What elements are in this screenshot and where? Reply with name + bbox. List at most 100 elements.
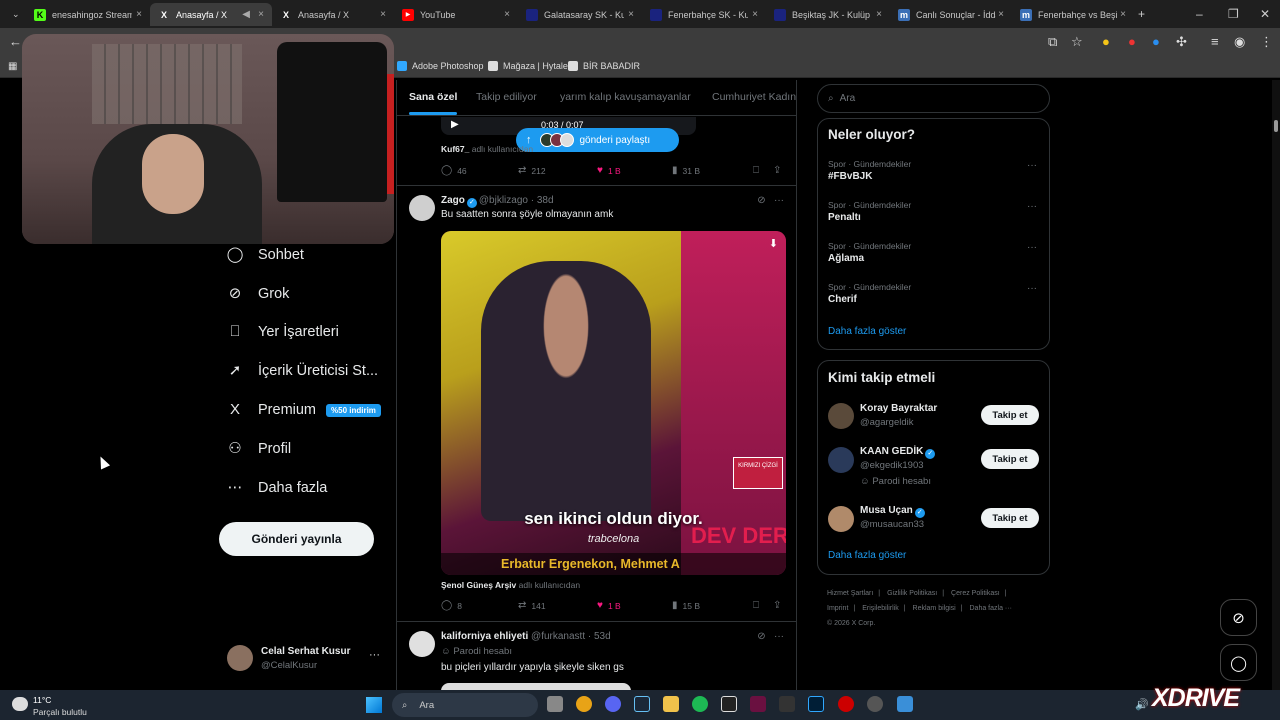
folder-icon[interactable] <box>663 696 679 712</box>
sidebar-item-grok[interactable]: ⊘ Grok <box>226 279 290 309</box>
bookmark-button[interactable]: ⎕ <box>753 165 764 176</box>
search-input[interactable]: ⌕ Ara <box>817 84 1050 113</box>
star-icon[interactable]: ☆ <box>1071 34 1083 50</box>
repost-button[interactable]: ⇄ 212 <box>518 165 546 176</box>
tab-search-button[interactable]: ⌄ <box>4 3 26 26</box>
extension-icon[interactable]: ● <box>1152 34 1160 49</box>
show-more-link[interactable]: Daha fazla göster <box>828 326 906 337</box>
close-tab-icon[interactable]: × <box>876 9 882 20</box>
maximize-icon[interactable]: ❐ <box>1228 7 1239 21</box>
grok-icon[interactable]: ⊘ <box>757 631 765 642</box>
close-tab-icon[interactable]: × <box>136 9 142 20</box>
video-attribution[interactable]: Kuf67_ adlı kullanıcıdan <box>441 144 533 154</box>
reply-button[interactable]: ◯ 46 <box>441 165 467 176</box>
share-button[interactable]: ⇪ <box>773 600 786 611</box>
extension-icon[interactable]: ● <box>1102 34 1110 49</box>
tab-list[interactable]: Cumhuriyet Kadın <box>712 91 796 103</box>
minimize-icon[interactable]: – <box>1196 7 1203 21</box>
tab-x-home-active[interactable]: X Anasayfa / X ◀ × <box>150 3 272 26</box>
close-tab-icon[interactable]: × <box>504 9 510 20</box>
close-tab-icon[interactable]: × <box>1120 9 1126 20</box>
epic-games-icon[interactable] <box>779 696 795 712</box>
bookmark-photoshop[interactable]: Adobe Photoshop <box>397 61 484 71</box>
avatar[interactable] <box>828 506 854 532</box>
close-tab-icon[interactable]: × <box>380 9 386 20</box>
tab-youtube[interactable]: ▶ YouTube × <box>394 3 518 26</box>
video-attribution[interactable]: Şenol Güneş Arşiv adlı kullanıcıdan <box>441 580 580 590</box>
weather-widget[interactable]: 11°C Parçalı bulutlu <box>10 694 110 718</box>
avatar[interactable] <box>409 195 435 221</box>
who-name[interactable]: Musa Uçan ✓ <box>860 505 927 518</box>
bookmark-bir-babadir[interactable]: BİR BABADIR <box>568 61 640 71</box>
app-icon[interactable] <box>838 696 854 712</box>
messages-fab-button[interactable]: ◯ <box>1220 644 1257 681</box>
chrome-icon[interactable] <box>576 696 592 712</box>
tab-following[interactable]: Takip ediliyor <box>476 91 537 103</box>
close-tab-icon[interactable]: × <box>258 9 264 20</box>
sidebar-item-more[interactable]: ⋯ Daha fazla <box>226 473 328 503</box>
close-tab-icon[interactable]: × <box>752 9 758 20</box>
tab-list[interactable]: yarım kalıp kavuşamayanlar <box>560 91 691 103</box>
bookmark-button[interactable]: ⎕ <box>753 600 764 611</box>
photoshop-icon[interactable] <box>808 696 824 712</box>
discord-icon[interactable] <box>605 696 621 712</box>
more-icon[interactable]: ··· <box>1027 201 1037 212</box>
tab-x-home[interactable]: X Anasayfa / X × <box>272 3 394 26</box>
views-button[interactable]: ▮ 31 B <box>672 165 700 176</box>
install-icon[interactable]: ⧉ <box>1048 34 1057 50</box>
tweet-media-preview[interactable] <box>441 683 631 690</box>
speaker-icon[interactable]: ◀ <box>242 9 250 20</box>
task-view-icon[interactable] <box>547 696 563 712</box>
more-icon[interactable]: ··· <box>774 631 784 642</box>
app-icon[interactable] <box>867 696 883 712</box>
tab-for-you[interactable]: Sana özel <box>409 91 458 115</box>
sidebar-item-creator-studio[interactable]: ➚ İçerik Üreticisi St... <box>226 356 378 386</box>
grok-icon[interactable]: ⊘ <box>757 195 765 206</box>
trend-item[interactable]: Ağlama <box>828 253 864 264</box>
views-button[interactable]: ▮ 15 B <box>672 600 700 611</box>
avatar[interactable] <box>828 403 854 429</box>
volume-icon[interactable]: 🔊 <box>1135 698 1149 711</box>
tab-kick[interactable]: Kenesahingoz Stream × <box>26 3 150 26</box>
extension-icon[interactable]: ● <box>1128 34 1136 49</box>
bookmark-hytale[interactable]: Mağaza | Hytale <box>488 61 568 71</box>
close-window-icon[interactable]: ✕ <box>1260 7 1270 21</box>
follow-button[interactable]: Takip et <box>981 449 1039 469</box>
post-button[interactable]: Gönderi yayınla <box>219 522 374 556</box>
windows-start-icon[interactable] <box>366 697 382 713</box>
who-name[interactable]: KAAN GEDİK ✓ <box>860 446 937 459</box>
tab-galatasaray[interactable]: Galatasaray SK - Kulü× <box>518 3 642 26</box>
back-arrow-icon[interactable]: ← <box>9 34 22 49</box>
like-button[interactable]: ♥ 1 B <box>597 165 621 176</box>
taskbar-search[interactable]: ⌕ Ara <box>392 693 538 717</box>
follow-button[interactable]: Takip et <box>981 508 1039 528</box>
tab-fb-vs-bjk[interactable]: m Fenerbahçe vs Beşikt × <box>1012 3 1134 26</box>
new-posts-pill[interactable]: ↑ gönderi paylaştı <box>516 128 679 152</box>
app-icon[interactable] <box>750 696 766 712</box>
puzzle-icon[interactable]: ✣ <box>1176 34 1187 50</box>
download-icon[interactable]: ⬇ <box>769 237 778 250</box>
close-tab-icon[interactable]: × <box>628 9 634 20</box>
spotify-icon[interactable] <box>692 696 708 712</box>
tab-besiktas[interactable]: Beşiktaş JK - Kulüp p × <box>766 3 890 26</box>
grok-fab-button[interactable]: ⊘ <box>1220 599 1257 636</box>
trend-item[interactable]: #FBvBJK <box>828 171 872 182</box>
like-button[interactable]: ♥ 1 B <box>597 600 621 611</box>
scrollbar[interactable] <box>1272 80 1280 690</box>
profile-icon[interactable]: ◉ <box>1234 34 1245 50</box>
play-icon[interactable]: ▶ <box>451 119 459 130</box>
apps-icon[interactable]: ▦ <box>8 61 17 72</box>
show-more-link[interactable]: Daha fazla göster <box>828 550 906 561</box>
tweet-video[interactable]: KIRMIZI ÇİZGİ DEV DER sen ikinci oldun d… <box>441 231 786 575</box>
more-icon[interactable]: ··· <box>369 649 380 661</box>
close-tab-icon[interactable]: × <box>998 9 1004 20</box>
sidebar-item-bookmarks[interactable]: ⎕ Yer İşaretleri <box>226 317 338 347</box>
sidebar-item-premium[interactable]: X Premium %50 indirim <box>226 395 381 425</box>
tab-fenerbahce[interactable]: Fenerbahçe SK - Kulü × <box>642 3 766 26</box>
avatar[interactable] <box>828 447 854 473</box>
steam-icon[interactable] <box>634 696 650 712</box>
tab-list-icon[interactable]: ≡ <box>1211 34 1219 49</box>
share-button[interactable]: ⇪ <box>773 165 786 176</box>
capcut-icon[interactable] <box>721 696 737 712</box>
sidebar-item-chat[interactable]: ◯ Sohbet <box>226 240 304 270</box>
